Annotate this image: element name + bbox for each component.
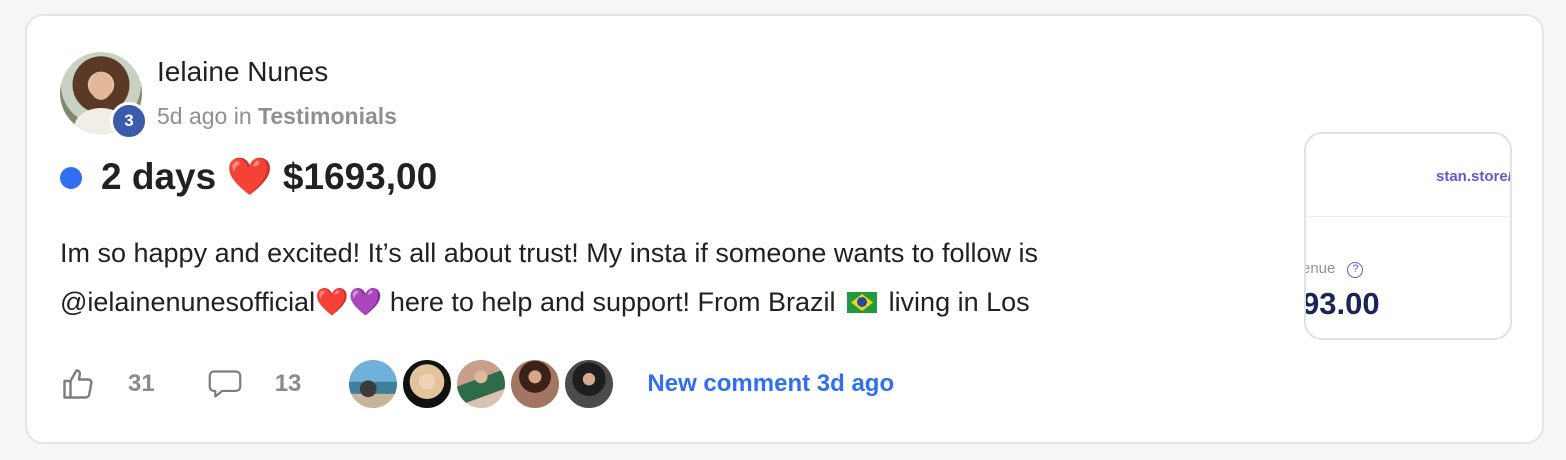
post-body-end: living in Los	[881, 287, 1030, 317]
commenter-avatar-5[interactable]	[563, 358, 616, 410]
post-actions: 31 13 New comment 3d ago	[60, 356, 894, 412]
thumbnail-revenue-value: 93.00	[1304, 286, 1380, 321]
post-meta-in: in	[233, 103, 252, 129]
post-time: 5d ago	[157, 103, 228, 129]
thumbnail-revenue-label: enue?	[1304, 260, 1364, 278]
post-title-part2: $1693,00	[282, 156, 438, 197]
commenter-avatars[interactable]	[347, 358, 617, 410]
comment-icon[interactable]	[207, 366, 243, 402]
thumbs-up-icon[interactable]	[60, 366, 96, 402]
post-body-line-2: @ielainenunesofficial❤️💜 here to help an…	[60, 278, 1260, 327]
post-category-link[interactable]: Testimonials	[258, 103, 397, 129]
post-body-middle: here to help and support! From Brazil	[382, 287, 844, 317]
new-comment-link[interactable]: New comment 3d ago	[647, 370, 894, 398]
post-thumbnail[interactable]: stan.store/ enue? 93.00	[1304, 132, 1512, 340]
thumbnail-url: stan.store/	[1436, 168, 1512, 185]
like-button[interactable]	[60, 366, 96, 402]
thumbnail-divider	[1306, 216, 1510, 217]
author-avatar-wrap[interactable]: 3	[60, 52, 152, 144]
post-title-row[interactable]: 2 days ❤️ $1693,00	[60, 156, 437, 199]
unread-dot-icon	[60, 166, 82, 189]
brazil-flag-icon	[847, 292, 878, 313]
purple-heart-icon: 💜	[348, 287, 383, 317]
post-meta: 5d ago in Testimonials	[157, 103, 397, 130]
instagram-handle: @ielainenunesofficial	[60, 287, 316, 317]
help-circle-icon: ?	[1347, 262, 1364, 278]
like-count: 31	[128, 370, 155, 397]
red-heart-icon: ❤️	[315, 287, 349, 317]
commenter-avatar-4[interactable]	[509, 358, 562, 410]
level-badge: 3	[110, 102, 148, 140]
comment-button[interactable]	[207, 366, 243, 402]
red-heart-icon: ❤️	[226, 156, 273, 197]
post-body[interactable]: Im so happy and excited! It’s all about …	[60, 229, 1260, 327]
post-body-line-1: Im so happy and excited! It’s all about …	[60, 238, 1038, 268]
commenter-avatar-3[interactable]	[455, 358, 508, 410]
post-card[interactable]: 3 Ielaine Nunes 5d ago in Testimonials 2…	[25, 14, 1544, 444]
comment-count: 13	[274, 370, 302, 397]
author-name[interactable]: Ielaine Nunes	[157, 56, 328, 88]
commenter-avatar-1[interactable]	[347, 358, 400, 410]
post-title[interactable]: 2 days ❤️ $1693,00	[101, 156, 437, 199]
commenter-avatar-2[interactable]	[401, 358, 454, 410]
post-title-part1: 2 days	[101, 156, 217, 197]
thumbnail-revenue-label-text: enue	[1304, 260, 1336, 277]
